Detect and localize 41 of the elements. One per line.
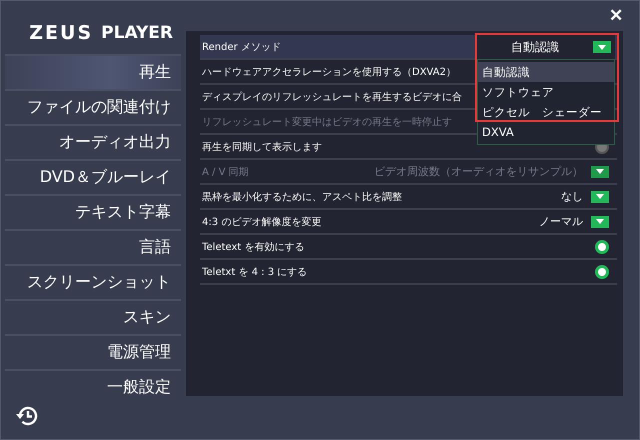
logo-brand: ZEUS: [29, 22, 94, 44]
dropdown-option[interactable]: DXVA: [478, 122, 614, 142]
dropdown-option[interactable]: ピクセル シェーダー: [478, 102, 614, 122]
setting-label: 黒枠を最小化するために、アスペト比を調整: [202, 190, 402, 204]
select-field[interactable]: 自動認識: [477, 35, 615, 59]
logo-product: PLAYER: [101, 23, 173, 43]
sidebar-item[interactable]: 電源管理: [5, 334, 181, 369]
history-icon[interactable]: [15, 405, 39, 427]
sidebar-item[interactable]: テキスト字幕: [5, 194, 181, 229]
toggle[interactable]: [595, 240, 609, 254]
select-value: なし: [561, 189, 583, 204]
select-value: ノーマル: [539, 214, 583, 229]
caret-icon: [596, 219, 604, 224]
setting-label: Teletext を有効にする: [202, 240, 304, 254]
sidebar-item[interactable]: 一般設定: [5, 369, 181, 404]
sidebar-item[interactable]: 再生: [5, 54, 181, 89]
dropdown-button[interactable]: [591, 190, 609, 202]
dropdown-option[interactable]: 自動認識: [478, 62, 614, 82]
sidebar-item[interactable]: オーディオ出力: [5, 124, 181, 159]
select-value: ビデオ周波数（オーディオをリサンプル）: [374, 164, 583, 179]
caret-icon: [596, 194, 604, 199]
sidebar-item[interactable]: 言語: [5, 229, 181, 264]
toggle[interactable]: [595, 264, 609, 278]
dropdown-option[interactable]: ソフトウェア: [478, 82, 614, 102]
setting-label: リフレッシュレート変更中はビデオの再生を一時停止す: [202, 116, 452, 128]
setting-label: Teletxt を 4 : 3 にする: [202, 266, 308, 278]
close-button[interactable]: ✕: [609, 5, 623, 26]
setting-label: Render メソッド: [202, 40, 281, 54]
setting-label: ディスプレイのリフレッシュレートを再生するビデオに合: [202, 90, 462, 104]
sidebar-item[interactable]: ファイルの関連付け: [5, 89, 181, 124]
setting-label: A / V 同期: [202, 166, 249, 178]
dropdown-button[interactable]: [591, 216, 609, 228]
caret-icon: [598, 44, 606, 50]
select-value: 自動認識: [511, 38, 559, 56]
setting-label: ハードウェアアクセラレーションを使用する（DXVA2）: [202, 66, 456, 78]
sidebar-item[interactable]: DVD＆ブルーレイ: [5, 159, 181, 194]
setting-label: 4:3 のビデオ解像度を変更: [202, 216, 322, 228]
caret-icon: [596, 169, 604, 174]
sidebar-item[interactable]: スキン: [5, 299, 181, 334]
setting-label: 再生を同期して表示します: [202, 140, 322, 154]
sidebar-item[interactable]: スクリーンショット: [5, 264, 181, 299]
